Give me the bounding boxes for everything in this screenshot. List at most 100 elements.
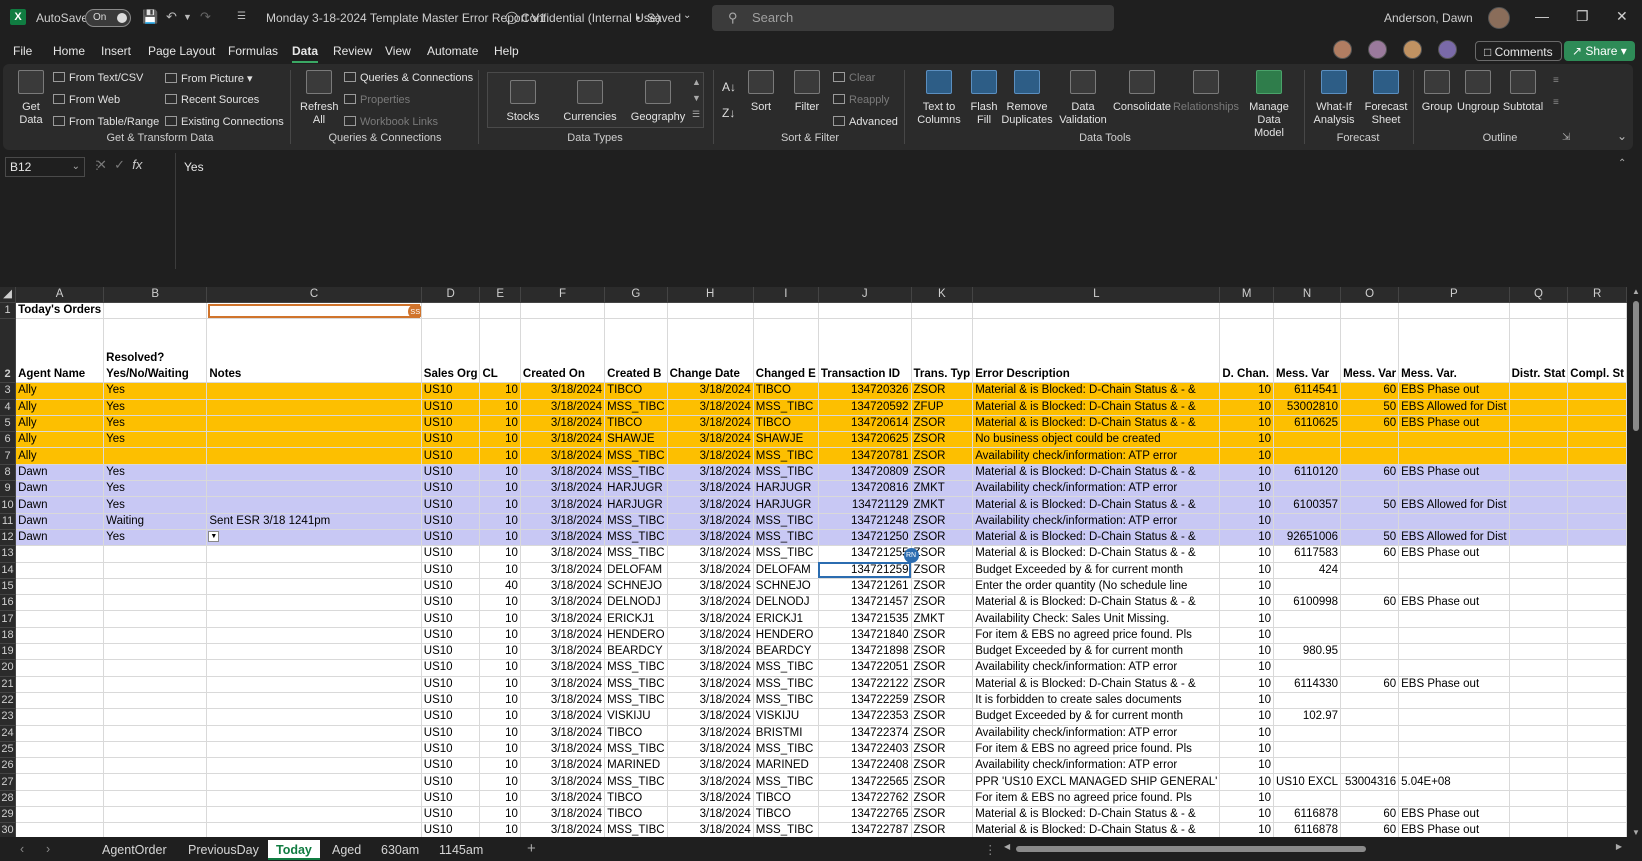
d-chan-cell[interactable]: 10 xyxy=(1219,659,1275,677)
header-cell-mess-var-1[interactable]: Mess. Var xyxy=(1273,318,1342,384)
transaction-id-cell[interactable]: 134721535 xyxy=(818,610,912,628)
agent-cell[interactable] xyxy=(15,757,105,775)
change-date-cell[interactable]: 3/18/2024 xyxy=(667,415,754,433)
change-date-cell[interactable]: 3/18/2024 xyxy=(667,643,754,661)
created-on-cell[interactable]: 3/18/2024 xyxy=(520,480,606,498)
sheet-tab-previousday[interactable]: PreviousDay xyxy=(180,840,267,860)
distr-stat-cell[interactable] xyxy=(1509,692,1569,710)
mess-var-3-cell[interactable] xyxy=(1398,643,1510,661)
row-header[interactable]: 19 xyxy=(0,643,17,661)
created-on-cell[interactable]: 3/18/2024 xyxy=(520,610,606,628)
trans-type-cell[interactable]: ZSOR xyxy=(911,790,974,808)
notes-cell[interactable] xyxy=(206,431,422,449)
created-on-cell[interactable]: 3/18/2024 xyxy=(520,692,606,710)
mess-var-1-cell[interactable]: 6116878 xyxy=(1273,806,1342,824)
distr-stat-cell[interactable] xyxy=(1509,741,1569,759)
show-hide-detail-icon[interactable]: ≡ ≡ xyxy=(1553,70,1559,114)
transaction-id-cell[interactable]: 134721840 xyxy=(818,627,912,645)
transaction-id-cell[interactable]: 134722565 xyxy=(818,773,912,791)
header-cell-d-chan[interactable]: D. Chan. xyxy=(1219,318,1275,384)
created-on-cell[interactable]: 3/18/2024 xyxy=(520,415,606,433)
agent-cell[interactable]: Dawn xyxy=(15,513,105,530)
error-description-cell[interactable]: Material & is Blocked: D-Chain Status & … xyxy=(972,464,1221,482)
compl-stat-cell[interactable] xyxy=(1567,708,1627,726)
column-header[interactable]: O xyxy=(1340,287,1400,303)
distr-stat-cell[interactable] xyxy=(1509,659,1569,677)
existing-connections-button[interactable]: Existing Connections xyxy=(165,116,284,128)
trans-type-cell[interactable]: ZSOR xyxy=(911,431,974,449)
mess-var-1-cell[interactable] xyxy=(1273,513,1342,530)
resolved-cell[interactable] xyxy=(103,447,208,465)
trans-type-cell[interactable]: ZSOR xyxy=(911,415,974,433)
created-on-cell[interactable]: 3/18/2024 xyxy=(520,643,606,661)
notes-cell[interactable] xyxy=(206,382,422,400)
trans-type-cell[interactable]: ZSOR xyxy=(911,741,974,759)
transaction-id-cell[interactable]: 134721261 xyxy=(818,578,912,596)
row-header[interactable]: 27 xyxy=(0,773,17,791)
mess-var-3-cell[interactable] xyxy=(1398,431,1510,449)
cancel-icon[interactable]: ✕ xyxy=(96,157,107,172)
agent-cell[interactable] xyxy=(15,562,105,579)
created-on-cell[interactable]: 3/18/2024 xyxy=(520,382,606,400)
header-cell-trans-type[interactable]: Trans. Typ xyxy=(911,318,974,384)
mess-var-2-cell[interactable]: 60 xyxy=(1340,382,1400,400)
resolved-cell[interactable]: Yes xyxy=(103,399,208,416)
trans-type-cell[interactable]: ZMKT xyxy=(911,610,974,628)
notes-cell[interactable] xyxy=(206,806,422,824)
agent-cell[interactable] xyxy=(15,741,105,759)
reapply-button[interactable]: Reapply xyxy=(833,94,889,106)
agent-cell[interactable] xyxy=(15,822,105,837)
changed-by-cell[interactable]: BRISTMI xyxy=(753,725,819,742)
changed-by-cell[interactable]: MSS_TIBC xyxy=(753,545,819,563)
column-header[interactable]: H xyxy=(667,287,754,303)
sales-org-cell[interactable]: US10 xyxy=(421,480,481,498)
d-chan-cell[interactable]: 10 xyxy=(1219,757,1275,775)
collaborator-avatar[interactable] xyxy=(1403,40,1422,59)
compl-stat-cell[interactable] xyxy=(1567,480,1627,498)
created-on-cell[interactable]: 3/18/2024 xyxy=(520,545,606,563)
changed-by-cell[interactable]: BEARDCY xyxy=(753,643,819,661)
scroll-left-icon[interactable]: ◀ xyxy=(1004,842,1010,851)
cell[interactable] xyxy=(520,302,606,320)
d-chan-cell[interactable]: 10 xyxy=(1219,431,1275,449)
mess-var-2-cell[interactable] xyxy=(1340,790,1400,808)
created-by-cell[interactable]: TIBCO xyxy=(604,790,668,808)
menu-page-layout[interactable]: Page Layout xyxy=(148,44,215,58)
d-chan-cell[interactable]: 10 xyxy=(1219,415,1275,433)
relationships-button[interactable]: Relationships xyxy=(1172,70,1240,114)
sales-org-cell[interactable]: US10 xyxy=(421,822,481,837)
changed-by-cell[interactable]: SCHNEJO xyxy=(753,578,819,596)
column-header[interactable]: M xyxy=(1219,287,1275,303)
menu-view[interactable]: View xyxy=(385,44,411,58)
compl-stat-cell[interactable] xyxy=(1567,627,1627,645)
cl-cell[interactable]: 40 xyxy=(479,578,521,596)
sales-org-cell[interactable]: US10 xyxy=(421,741,481,759)
error-description-cell[interactable]: For item & EBS no agreed price found. Pl… xyxy=(972,790,1221,808)
sales-org-cell[interactable]: US10 xyxy=(421,692,481,710)
compl-stat-cell[interactable] xyxy=(1567,496,1627,514)
sheet-tab-630am[interactable]: 630am xyxy=(373,840,427,860)
d-chan-cell[interactable]: 10 xyxy=(1219,529,1275,547)
mess-var-2-cell[interactable] xyxy=(1340,447,1400,465)
agent-cell[interactable]: Ally xyxy=(15,399,105,416)
text-to-columns-button[interactable]: Text to Columns xyxy=(914,70,964,127)
notes-cell[interactable] xyxy=(206,496,422,514)
share-button[interactable]: ↗ Share ▾ xyxy=(1564,41,1635,61)
undo-dropdown-icon[interactable]: ▼ xyxy=(183,12,192,22)
agent-cell[interactable] xyxy=(15,676,105,693)
compl-stat-cell[interactable] xyxy=(1567,464,1627,482)
cell[interactable] xyxy=(103,302,208,320)
header-cell-resolved[interactable]: Resolved? Yes/No/Waiting xyxy=(103,318,208,384)
collaborator-avatar[interactable] xyxy=(1368,40,1387,59)
agent-cell[interactable] xyxy=(15,708,105,726)
mess-var-2-cell[interactable] xyxy=(1340,692,1400,710)
row-header[interactable]: 15 xyxy=(0,578,17,596)
column-header[interactable]: J xyxy=(818,287,912,303)
mess-var-2-cell[interactable] xyxy=(1340,431,1400,449)
notes-cell[interactable]: Sent ESR 3/18 1241pm xyxy=(206,513,422,530)
d-chan-cell[interactable]: 10 xyxy=(1219,399,1275,416)
created-by-cell[interactable]: MSS_TIBC xyxy=(604,659,668,677)
created-on-cell[interactable]: 3/18/2024 xyxy=(520,513,606,530)
trans-type-cell[interactable]: ZSOR xyxy=(911,806,974,824)
cell[interactable] xyxy=(753,302,819,320)
